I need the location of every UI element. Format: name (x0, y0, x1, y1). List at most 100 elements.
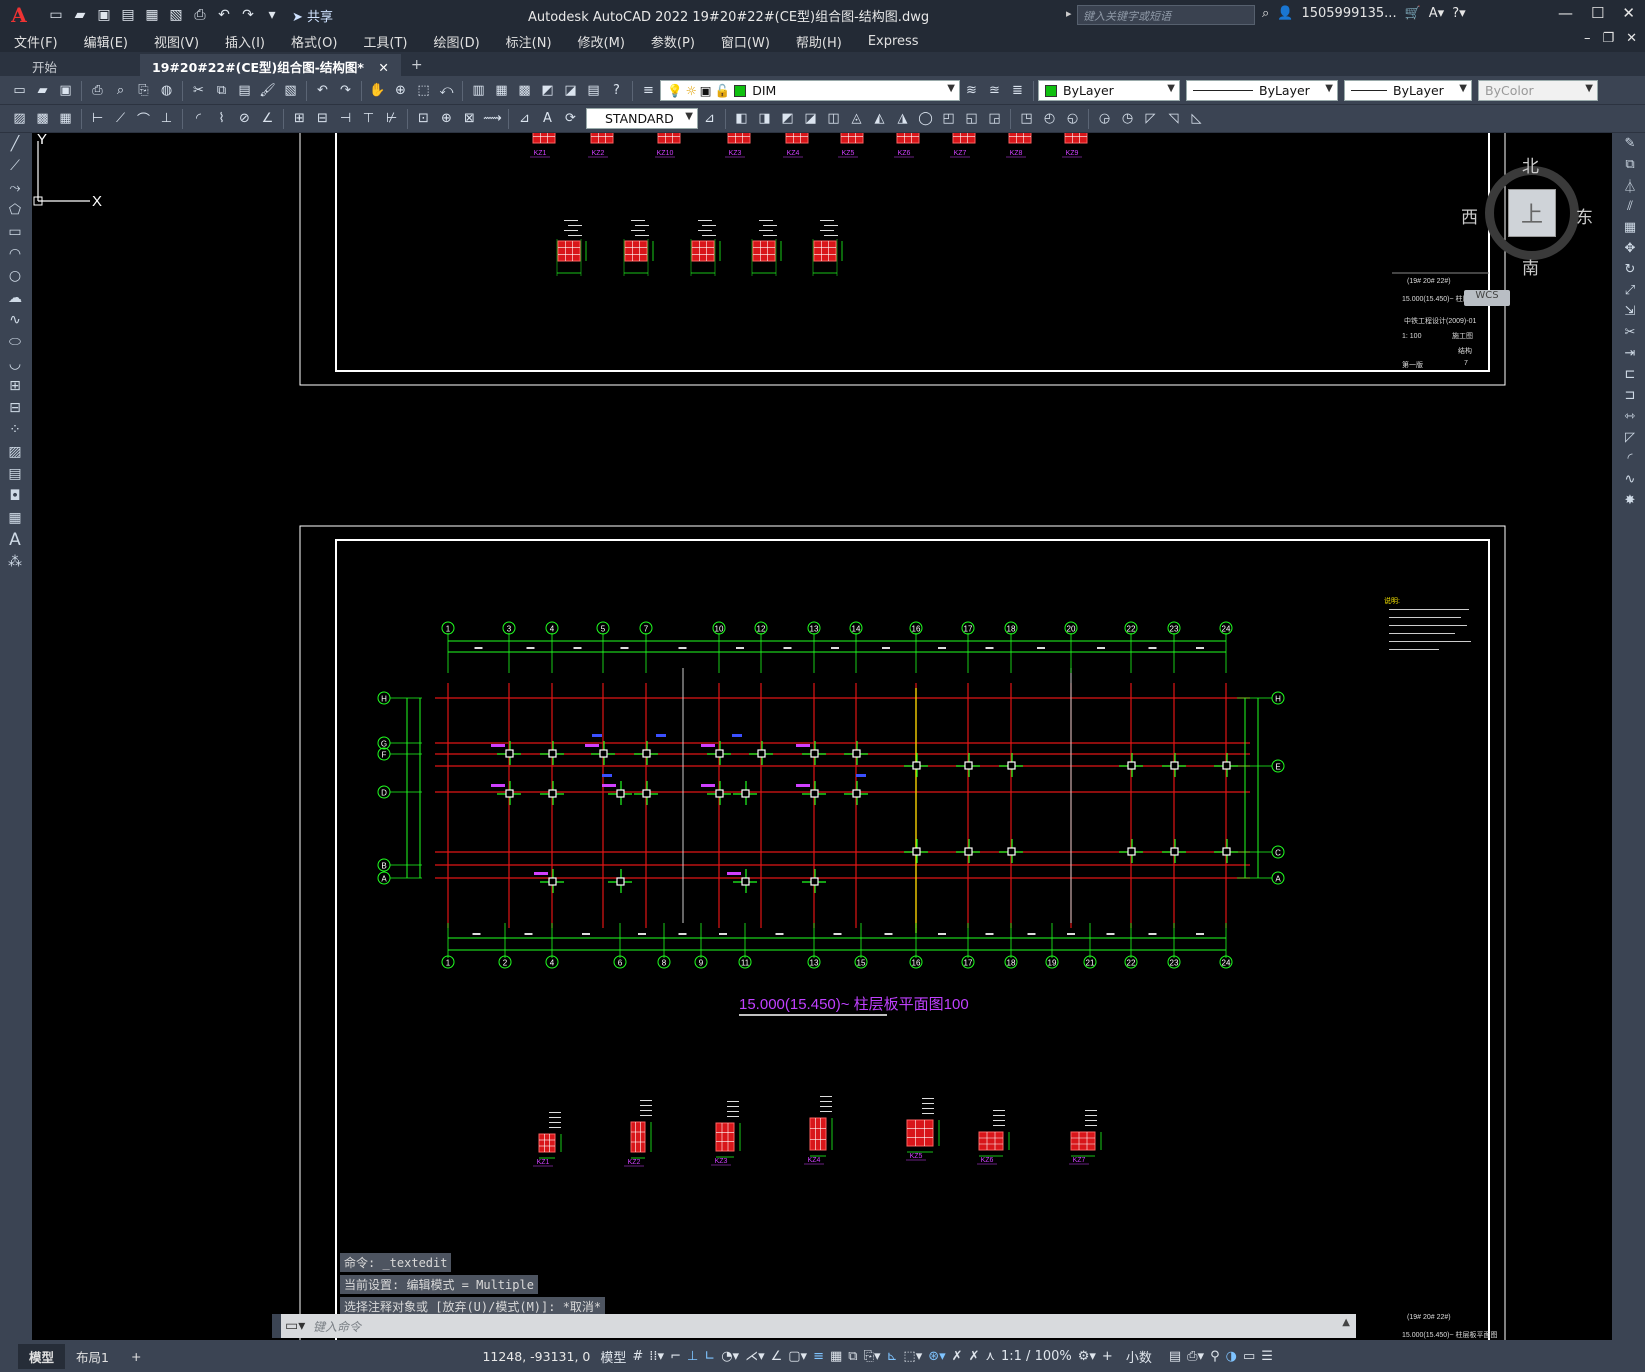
tool-palettes-icon[interactable]: ▩ (515, 81, 534, 100)
break-icon[interactable]: ⊐ (1619, 385, 1641, 406)
command-history-arrow-icon[interactable]: ▲ (1342, 1317, 1350, 1328)
properties-icon[interactable]: ▥ (469, 81, 488, 100)
clean-screen-icon[interactable]: ▭ (1243, 1349, 1255, 1364)
new-tab-button[interactable]: + (401, 54, 433, 76)
presspull-icon[interactable]: ◱ (962, 109, 981, 128)
layer-walk-icon[interactable]: ▦ (56, 109, 75, 128)
compass-east[interactable]: 东 (1576, 203, 1593, 228)
units-dropdown[interactable]: 小数 (1126, 1347, 1152, 1366)
section-plane-icon[interactable]: ◷ (1118, 109, 1137, 128)
saveas-icon[interactable]: ▤ (118, 5, 138, 25)
inspection-icon[interactable]: ⊠ (460, 109, 479, 128)
slice-icon[interactable]: ◶ (1095, 109, 1114, 128)
copy-object-icon[interactable]: ⧉ (1619, 154, 1641, 175)
polygon-icon[interactable]: ⬠ (4, 199, 26, 221)
menu-tools[interactable]: 工具(T) (349, 32, 419, 51)
torus-icon[interactable]: ◬ (847, 109, 866, 128)
grid-icon[interactable]: # (632, 1349, 643, 1364)
stretch-icon[interactable]: ⇲ (1619, 301, 1641, 322)
explode-icon[interactable]: ✸ (1619, 490, 1641, 511)
revision-cloud-icon[interactable]: ☁ (4, 287, 26, 309)
cart-icon[interactable]: 🛒 (1405, 6, 1421, 21)
block-editor-icon[interactable]: ▧ (281, 81, 300, 100)
tab-close-icon[interactable]: ✕ (378, 60, 388, 75)
user-icon[interactable]: 👤 (1277, 6, 1293, 21)
table-icon[interactable]: ▦ (4, 507, 26, 529)
thicken-icon[interactable]: ◹ (1164, 109, 1183, 128)
web-save-icon[interactable]: ▧ (166, 5, 186, 25)
loft-icon[interactable]: ◰ (939, 109, 958, 128)
new-icon[interactable]: ▭ (10, 81, 29, 100)
snap-icon[interactable]: ⁞⁞▾ (649, 1349, 664, 1364)
flatshot-icon[interactable]: ◸ (1141, 109, 1160, 128)
quick-properties-icon[interactable]: ▤ (1169, 1349, 1181, 1364)
layer-dropdown[interactable]: 💡 ☼ ▣ 🔓 DIM ▼ (660, 80, 960, 101)
hardware-acceleration-icon[interactable]: ◑ (1226, 1349, 1237, 1364)
subtract-icon[interactable]: ◴ (1040, 109, 1059, 128)
array-icon[interactable]: ▦ (1619, 217, 1641, 238)
undo-icon[interactable]: ↶ (214, 5, 234, 25)
maximize-icon[interactable]: ☐ (1591, 4, 1604, 22)
union-icon[interactable]: ◳ (1017, 109, 1036, 128)
dimension-edit-icon[interactable]: ⊿ (515, 109, 534, 128)
annotation-scale-value[interactable]: 1:1 / 100% (1001, 1349, 1072, 1364)
ortho-icon[interactable]: ∟ (704, 1349, 715, 1364)
fillet-icon[interactable]: ◜ (1619, 448, 1641, 469)
doc-restore-icon[interactable]: ❐ (1602, 31, 1614, 46)
compass-west[interactable]: 西 (1461, 203, 1478, 228)
layer-previous-icon[interactable]: ≊ (985, 81, 1004, 100)
plotstyle-dropdown[interactable]: ByColor ▼ (1478, 80, 1598, 101)
3d-print-icon[interactable]: ◍ (157, 81, 176, 100)
paste-icon[interactable]: ▤ (235, 81, 254, 100)
object-snap-icon[interactable]: ▢▾ (788, 1349, 807, 1364)
cut-icon[interactable]: ✂ (189, 81, 208, 100)
color-dropdown[interactable]: ByLayer ▼ (1038, 80, 1180, 101)
layer-properties-icon[interactable]: ≡ (639, 81, 658, 100)
revolve-icon[interactable]: ◮ (893, 109, 912, 128)
plot-icon[interactable]: ⎙ (88, 81, 107, 100)
annotation-visibility-icon[interactable]: ✗ (952, 1349, 963, 1364)
add-selected-icon[interactable]: ⁂ (4, 551, 26, 573)
spline-icon[interactable]: ∿ (4, 309, 26, 331)
arc-length-icon[interactable]: ⌒ (134, 109, 153, 128)
calculator-icon[interactable]: ▤ (584, 81, 603, 100)
imprint-icon[interactable]: ◺ (1187, 109, 1206, 128)
dimension-space-icon[interactable]: ⊤ (359, 109, 378, 128)
compass-south[interactable]: 南 (1522, 254, 1539, 279)
customize-icon[interactable]: ▾ (262, 5, 282, 25)
open-icon[interactable]: ▰ (33, 81, 52, 100)
jogged-linear-icon[interactable]: ⟿ (483, 109, 502, 128)
polar-tracking-icon[interactable]: ◔▾ (721, 1349, 739, 1364)
lock-ui-icon[interactable]: ⎙▾ (1187, 1349, 1204, 1364)
sphere-icon[interactable]: ◪ (801, 109, 820, 128)
share-button[interactable]: ➤ 共享 (292, 6, 333, 25)
layer-match-icon[interactable]: ≣ (1008, 81, 1027, 100)
menu-view[interactable]: 视图(V) (140, 32, 211, 51)
selection-filter-icon[interactable]: ⬚▾ (903, 1349, 922, 1364)
rotate-icon[interactable]: ↻ (1619, 259, 1641, 280)
arc-icon[interactable]: ◠ (4, 243, 26, 265)
minimize-icon[interactable]: — (1558, 4, 1573, 22)
radius-dimension-icon[interactable]: ◜ (189, 109, 208, 128)
menu-window[interactable]: 窗口(W) (707, 32, 782, 51)
menu-file[interactable]: 文件(F) (0, 32, 70, 51)
baseline-dimension-icon[interactable]: ⊟ (313, 109, 332, 128)
coordinates-readout[interactable]: 11248, -93131, 0 (482, 1349, 590, 1364)
open-icon[interactable]: ▰ (70, 5, 90, 25)
menu-draw[interactable]: 绘图(D) (420, 32, 492, 51)
user-name[interactable]: 1505999135... (1301, 6, 1396, 21)
autodesk-app-icon[interactable]: A▾ (1429, 6, 1444, 21)
customization-icon[interactable]: ☰ (1261, 1349, 1273, 1364)
join-icon[interactable]: ⇿ (1619, 406, 1641, 427)
design-center-icon[interactable]: ▦ (492, 81, 511, 100)
menu-modify[interactable]: 修改(M) (564, 32, 637, 51)
markup-icon[interactable]: ◪ (561, 81, 580, 100)
new-icon[interactable]: ▭ (46, 5, 66, 25)
menu-edit[interactable]: 编辑(E) (70, 32, 140, 51)
pan-icon[interactable]: ✋ (368, 81, 387, 100)
layer-tools-icon[interactable]: ▨ (10, 109, 29, 128)
chamfer-icon[interactable]: ◸ (1619, 427, 1641, 448)
doc-minimize-icon[interactable]: – (1584, 31, 1591, 46)
3d-osnap-icon[interactable]: ⎘▾ (864, 1349, 881, 1364)
diameter-dimension-icon[interactable]: ⊘ (235, 109, 254, 128)
